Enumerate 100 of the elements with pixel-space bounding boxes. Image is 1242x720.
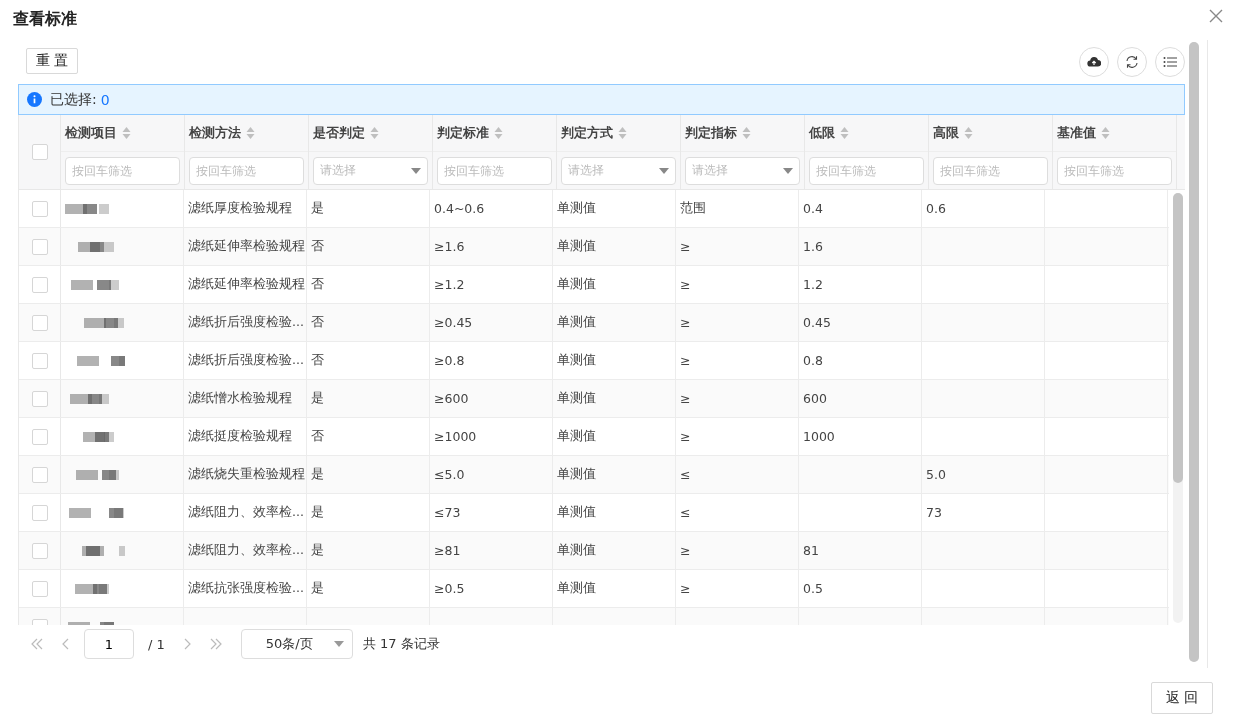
sort-icon[interactable] [370,126,379,140]
table-scrollbar[interactable] [1173,193,1183,623]
filter-field[interactable]: 按回车筛选 [809,156,924,185]
column-list-button[interactable] [1155,47,1185,77]
dialog-scrollbar[interactable] [1189,42,1199,662]
sort-icon[interactable] [840,126,849,140]
row-checkbox[interactable] [31,352,48,369]
column-header[interactable]: 检测项目 [65,124,117,142]
table-cell: 600 [803,391,827,406]
row-checkbox[interactable] [31,466,48,483]
page-number-field[interactable]: 1 [84,629,134,659]
sort-icon[interactable] [246,126,255,140]
last-page-icon[interactable] [208,638,223,650]
sort-icon[interactable] [1101,126,1110,140]
table-cell: ≥1000 [434,429,477,444]
column-header[interactable]: 判定指标 [685,124,737,142]
refresh-icon [1125,55,1139,69]
table-cell: ≥ [680,277,691,292]
row-checkbox[interactable] [31,314,48,331]
total-pages: / 1 [148,636,165,652]
table-cell: ≥ [680,429,691,444]
table-cell: ≤73 [434,505,461,520]
back-button[interactable]: 返 回 [1150,682,1213,714]
table-cell: ≥ [680,391,691,406]
table-cell: 滤纸折后强度检验... [188,314,304,331]
table-cell: 是 [311,542,324,559]
table-cell: 单测值 [557,504,596,521]
row-checkbox[interactable] [31,238,48,255]
table-cell: 滤纸憎水检验规程 [188,390,292,407]
column-header[interactable]: 是否判定 [313,124,365,142]
sort-icon[interactable] [964,126,973,140]
page-size-dropdown[interactable]: 50条/页 [240,629,353,659]
refresh-button[interactable] [1117,47,1147,77]
row-checkbox[interactable] [31,276,48,293]
table-cell: 范围 [680,200,706,217]
record-count: 共 17 条记录 [362,635,440,653]
filter-field[interactable]: 按回车筛选 [189,156,304,185]
table-cell: 否 [311,428,324,445]
close-icon[interactable] [1208,8,1224,24]
row-checkbox[interactable] [31,542,48,559]
table-cell: 单测值 [557,238,596,255]
table-cell: 单测值 [557,390,596,407]
table-cell: 否 [311,276,324,293]
sort-icon[interactable] [122,126,131,140]
table-cell: 单测值 [557,466,596,483]
next-page-icon[interactable] [182,638,191,650]
table-cell: ≥0.5 [434,581,465,596]
caret-icon [333,641,344,647]
table-cell: 0.6 [926,201,946,216]
column-header[interactable]: 检测方法 [189,124,241,142]
column-header[interactable]: 低限 [809,124,835,142]
cloud-upload-icon [1087,56,1101,68]
table-cell: ≥ [680,543,691,558]
column-header[interactable]: 高限 [933,124,959,142]
reset-button[interactable]: 重 置 [26,47,79,74]
table-cell: 单测值 [557,200,596,217]
table-cell: ≤ [680,467,691,482]
filter-field[interactable]: 按回车筛选 [1057,156,1172,185]
table-cell: ≤5.0 [434,467,465,482]
filter-field[interactable]: 按回车筛选 [933,156,1048,185]
selected-label: 已选择: [50,90,97,109]
table-cell: 单测值 [557,352,596,369]
table-cell: 否 [311,352,324,369]
first-page-icon[interactable] [30,638,44,650]
cloud-upload-button[interactable] [1079,47,1109,77]
table-cell: ≥81 [434,543,461,558]
table-cell: ≥ [680,239,691,254]
column-header[interactable]: 基准值 [1057,124,1096,142]
table-cell: 滤纸延伸率检验规程 [188,238,305,255]
filter-field[interactable]: 按回车筛选 [437,156,552,185]
table-cell: 单测值 [557,542,596,559]
table-cell: 滤纸阻力、效率检... [188,504,304,521]
table-cell: 滤纸烧失重检验规程 [188,466,305,483]
table-cell: 否 [311,314,324,331]
table-cell: 73 [926,505,942,520]
table-cell: 滤纸厚度检验规程 [188,200,292,217]
row-checkbox[interactable] [31,504,48,521]
previous-page-icon[interactable] [62,638,70,650]
filter-field[interactable]: 按回车筛选 [65,156,180,185]
sort-icon[interactable] [618,126,627,140]
table-cell: 滤纸延伸率检验规程 [188,276,305,293]
sort-icon[interactable] [494,126,503,140]
table-cell: ≥ [680,581,691,596]
row-checkbox[interactable] [31,390,48,407]
dialog-title: 查看标准 [13,8,77,30]
table-cell: ≥ [680,315,691,330]
row-checkbox[interactable] [31,428,48,445]
row-checkbox[interactable] [31,580,48,597]
table-cell: 是 [311,390,324,407]
table-cell: 是 [311,504,324,521]
column-header[interactable]: 判定标准 [437,124,489,142]
select-all-checkbox[interactable] [31,144,48,160]
table-cell: ≥ [680,353,691,368]
table-cell: 滤纸折后强度检验... [188,352,304,369]
row-checkbox[interactable] [31,200,48,217]
table-cell: 滤纸抗张强度检验... [188,580,304,597]
caret-icon [659,167,669,174]
column-header[interactable]: 判定方式 [561,124,613,142]
sort-icon[interactable] [742,126,751,140]
table-cell: 否 [311,238,324,255]
